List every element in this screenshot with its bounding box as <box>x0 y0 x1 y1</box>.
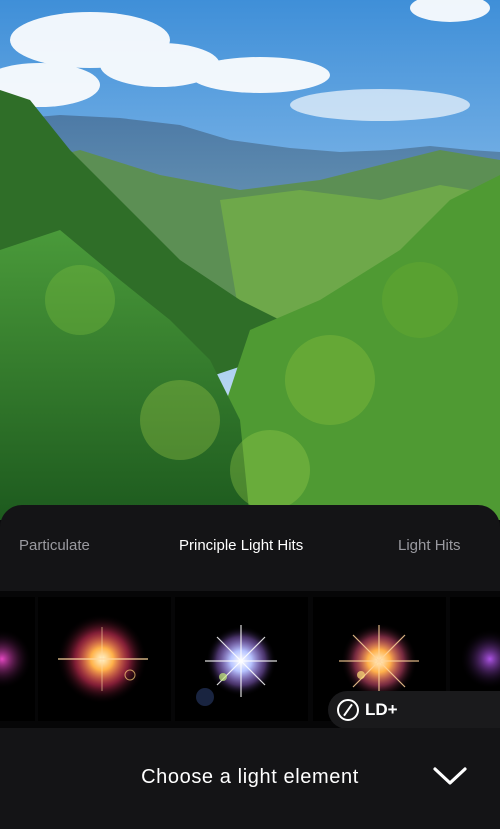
photo-preview <box>0 0 500 520</box>
no-sign-icon <box>337 699 359 721</box>
choose-light-prompt: Choose a light element <box>141 766 359 788</box>
footer-bar: Choose a light element <box>0 728 500 829</box>
thumbnail-strip: LD+ <box>0 591 500 729</box>
thumbnail-flare-2[interactable] <box>38 597 171 721</box>
light-element-panel: Particulate Principle Light Hits Light H… <box>0 505 500 829</box>
tab-principle-light-hits[interactable]: Principle Light Hits <box>179 537 303 554</box>
ld-plus-label: LD+ <box>365 700 398 719</box>
thumbnail-flare-3[interactable] <box>175 597 308 721</box>
category-tabs: Particulate Principle Light Hits Light H… <box>0 505 500 591</box>
ld-plus-badge[interactable]: LD+ <box>328 691 500 729</box>
tab-particulate[interactable]: Particulate <box>19 537 90 554</box>
thumbnail-flare-1[interactable] <box>0 597 35 721</box>
tab-light-hits[interactable]: Light Hits <box>398 537 461 554</box>
chevron-down-icon[interactable] <box>430 764 470 788</box>
